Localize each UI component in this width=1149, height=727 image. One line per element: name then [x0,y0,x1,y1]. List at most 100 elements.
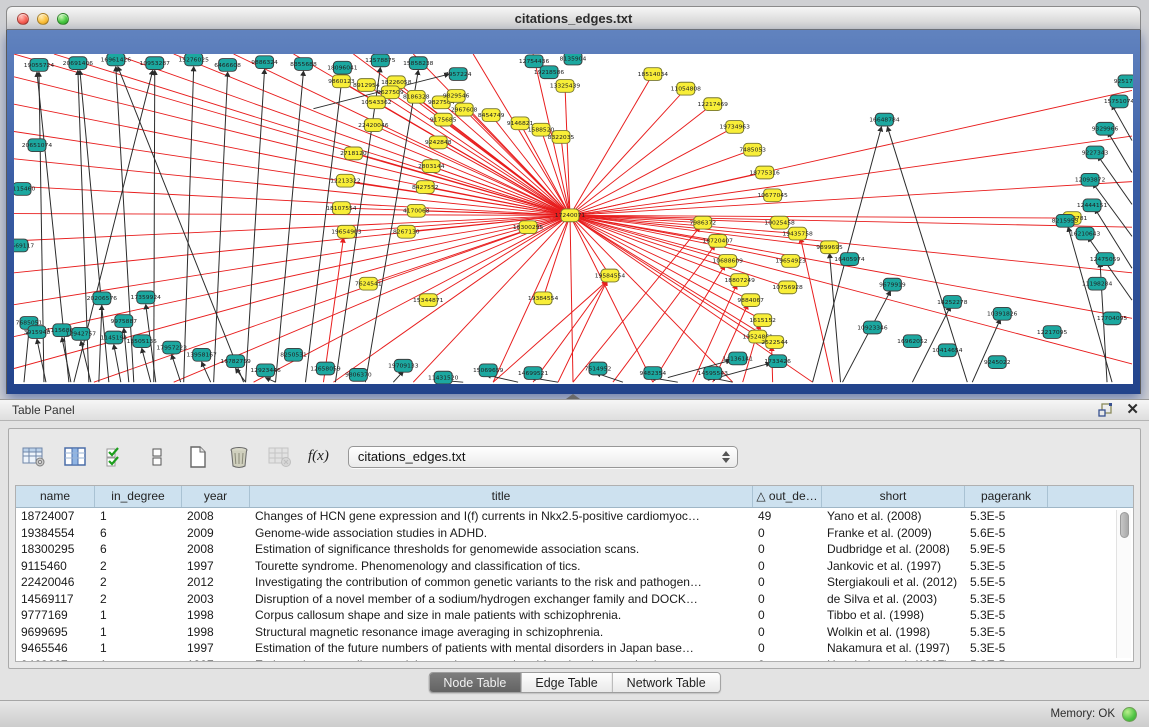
table-cell[interactable]: 5.6E-5 [965,525,1048,542]
table-cell[interactable]: Estimation of the future numbers of pati… [250,640,753,657]
table-cell[interactable]: 0 [753,558,822,575]
table-cell[interactable]: 1998 [182,624,250,641]
graph-node[interactable]: 16405974 [834,253,865,266]
table-cell[interactable]: 18724007 [16,508,95,525]
tab-network-table[interactable]: Network Table [612,673,720,692]
graph-node[interactable]: 9251739 [1114,75,1133,88]
graph-node[interactable]: 11431520 [428,371,459,384]
table-cell[interactable]: Hescheler et al. (1997) [822,657,965,663]
table-cell[interactable]: 1 [95,607,182,624]
graph-node[interactable]: 18720407 [703,234,734,247]
graph-node[interactable]: 17957223 [157,341,188,354]
graph-node[interactable]: 10688609 [713,255,744,268]
graph-node[interactable]: 18775316 [749,166,780,179]
table-cell[interactable]: Nakamura et al. (1997) [822,640,965,657]
table-cell[interactable]: 18300295 [16,541,95,558]
table-cell[interactable]: Franke et al. (2009) [822,525,965,542]
table-cell[interactable]: 2003 [182,591,250,608]
table-row[interactable]: 1938455462009Genome-wide association stu… [16,525,1133,542]
table-cell[interactable]: 0 [753,574,822,591]
graph-node[interactable]: 16252278 [937,296,968,309]
table-cell[interactable]: 2009 [182,525,250,542]
table-cell[interactable]: 2 [95,591,182,608]
table-cell[interactable]: 2012 [182,574,250,591]
table-cell[interactable]: 5.3E-5 [965,558,1048,575]
table-cell[interactable]: 1998 [182,607,250,624]
column-header-out_de[interactable]: △ out_de… [753,486,822,507]
graph-node[interactable]: 16648784 [869,113,900,126]
graph-node[interactable]: 8135904 [560,54,587,65]
float-panel-icon[interactable] [1098,402,1114,418]
graph-node[interactable]: 9175685 [430,113,457,126]
table-cell[interactable]: 2008 [182,541,250,558]
graph-node[interactable]: 10756928 [772,281,803,294]
graph-node[interactable]: 9245022 [984,356,1011,369]
graph-node[interactable]: 14699521 [518,367,549,380]
table-cell[interactable]: 2008 [182,508,250,525]
table-cell[interactable]: 5.3E-5 [965,657,1048,663]
table-cell[interactable]: 49 [753,508,822,525]
table-cell[interactable]: Estimation of significance thresholds fo… [250,541,753,558]
column-header-year[interactable]: year [182,486,250,507]
table-row[interactable]: 1456911722003Disruption of a novel membe… [16,591,1133,608]
table-cell[interactable]: 1997 [182,558,250,575]
table-cell[interactable]: Yano et al. (2008) [822,508,965,525]
table-cell[interactable]: Genome-wide association studies in ADHD. [250,525,753,542]
graph-node[interactable]: 9975887 [110,315,137,328]
graph-node[interactable]: 10953287 [140,57,171,70]
graph-node[interactable]: 19584554 [595,269,626,282]
table-cell[interactable]: Wolkin et al. (1998) [822,624,965,641]
delete-table-icon[interactable] [226,444,252,470]
window-titlebar[interactable]: citations_edges.txt [6,6,1141,30]
graph-node[interactable]: 9679919 [879,278,906,291]
table-cell[interactable]: Dudbridge et al. (2008) [822,541,965,558]
tab-node-table[interactable]: Node Table [429,673,520,692]
table-cell[interactable]: 0 [753,541,822,558]
graph-node[interactable]: 8454749 [478,109,505,122]
table-row[interactable]: 1830029562008Estimation of significance … [16,541,1133,558]
table-cell[interactable]: Jankovic et al. (1997) [822,558,965,575]
table-cell[interactable]: 9465546 [16,640,95,657]
table-cell[interactable]: 2 [95,574,182,591]
graph-node[interactable]: 1615152 [749,314,776,327]
graph-node[interactable]: 20206576 [87,292,118,305]
table-cell[interactable]: 0 [753,624,822,641]
graph-node[interactable]: 18096041 [327,61,358,74]
row-height-icon[interactable] [144,444,170,470]
table-cell[interactable]: de Silva et al. (2003) [822,591,965,608]
function-builder-icon[interactable]: f(x) [308,448,329,465]
table-cell[interactable]: 0 [753,607,822,624]
graph-node[interactable]: 2803144 [418,160,445,173]
table-row[interactable]: 969969511998Structural magnetic resonanc… [16,624,1133,641]
table-row[interactable]: 911546021997Tourette syndrome. Phenomeno… [16,558,1133,575]
graph-node[interactable]: 19435758 [782,227,813,240]
graph-node[interactable]: 9886324 [251,56,278,69]
graph-node[interactable]: 12217095 [1037,326,1068,339]
table-cell[interactable]: 1 [95,657,182,663]
graph-node[interactable]: 9227343 [1082,146,1109,159]
graph-node[interactable]: 6466608 [214,59,241,72]
graph-node[interactable]: 19734963 [720,121,751,134]
table-cell[interactable]: Tourette syndrome. Phenomenology and cla… [250,558,753,575]
table-settings-icon[interactable] [21,444,47,470]
graph-node[interactable]: 10391826 [987,307,1018,320]
graph-node[interactable]: 1733426 [764,355,791,368]
table-cell[interactable]: 1 [95,508,182,525]
table-row[interactable]: 946362711997Embryonic stem cells: a mode… [16,657,1133,663]
table-cell[interactable]: 5.9E-5 [965,541,1048,558]
graph-node[interactable]: 10025458 [764,216,795,229]
graph-node[interactable]: 19709133 [388,359,419,372]
table-cell[interactable]: 6 [95,525,182,542]
graph-node[interactable]: 13958167 [186,348,217,361]
table-cell[interactable]: 0 [753,640,822,657]
table-cell[interactable]: 9777169 [16,607,95,624]
graph-node[interactable]: 19654923 [775,255,806,268]
select-columns-icon[interactable] [62,444,88,470]
new-table-icon[interactable] [185,444,211,470]
graph-node[interactable]: 16210643 [1070,227,1101,240]
table-cell[interactable]: 0 [753,657,822,663]
column-header-title[interactable]: title [250,486,753,507]
table-cell[interactable]: 1997 [182,640,250,657]
graph-node[interactable]: 14569117 [14,239,35,252]
table-cell[interactable]: Disruption of a novel member of a sodium… [250,591,753,608]
